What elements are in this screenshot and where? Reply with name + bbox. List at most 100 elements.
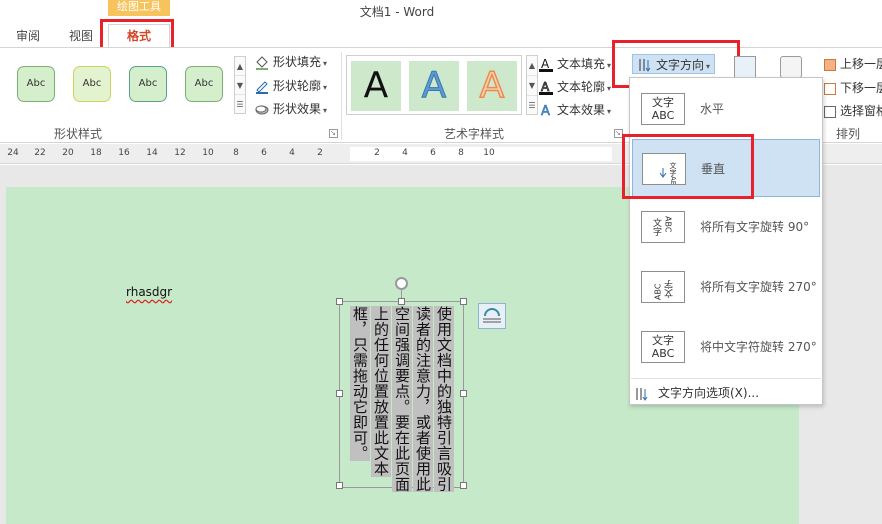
group-label-wordart-styles: 艺术字样式	[444, 127, 505, 141]
shape-outline-label: 形状轮廓	[273, 79, 322, 93]
ruler-tick: 10	[483, 148, 495, 158]
menu-item-rotate-cjk-270[interactable]: 文字 ABC 将中文字符旋转 270°	[630, 318, 822, 376]
resize-handle[interactable]	[460, 298, 467, 305]
rotate-270-icon: 文字 ABC	[641, 271, 685, 303]
dialog-launcher-icon[interactable]: ↘	[329, 129, 338, 138]
pencil-icon	[254, 78, 270, 94]
ribbon-separator	[341, 52, 342, 140]
wordart-sample[interactable]: A	[351, 61, 401, 111]
textbox-column: 空间强调要点。要在此页面	[392, 306, 412, 492]
ruler-tick: 18	[90, 148, 102, 158]
text-direction-options-icon	[634, 386, 650, 402]
textbox-column: 框，只需拖动它即可。	[350, 306, 370, 461]
wordart-gallery-scroll[interactable]: ▲ ▼ ☰	[526, 55, 538, 115]
shape-style-swatch[interactable]: Abc	[17, 66, 55, 102]
selection-pane-icon	[824, 105, 836, 118]
ruler-tick: 2	[374, 148, 380, 158]
text-outline-icon: A	[538, 79, 554, 95]
menu-item-rotate-270[interactable]: 文字 ABC 将所有文字旋转 270°	[630, 258, 822, 316]
bring-forward-button[interactable]: 上移一层	[824, 55, 882, 72]
shape-style-gallery-scroll[interactable]: ▲ ▼ ☰	[234, 56, 246, 114]
ruler-tick: 6	[261, 148, 267, 158]
text-fill-button[interactable]: A 文本填充 ▾	[538, 54, 611, 74]
tab-view[interactable]: 视图	[69, 26, 93, 46]
wordart-gallery: A A A	[346, 55, 522, 115]
layout-options-button[interactable]	[478, 303, 506, 329]
shape-effects-button[interactable]: 形状效果 ▾	[254, 99, 327, 119]
picture-icon[interactable]	[734, 56, 756, 78]
menu-item-label: 将中文字符旋转 270°	[700, 340, 817, 354]
ruler-tick: 4	[289, 148, 295, 158]
textbox-column: 上的任何位置放置此文本	[371, 306, 391, 477]
svg-text:ABC: ABC	[664, 216, 673, 233]
bring-forward-label: 上移一层	[840, 57, 882, 71]
menu-separator	[631, 378, 821, 379]
send-backward-label: 下移一层	[840, 81, 882, 95]
menu-item-label: 将所有文字旋转 90°	[700, 220, 810, 234]
tab-review[interactable]: 审阅	[16, 26, 40, 46]
resize-handle[interactable]	[398, 298, 405, 305]
send-backward-button[interactable]: 下移一层	[824, 79, 882, 96]
resize-handle[interactable]	[336, 390, 343, 397]
layout-options-icon	[483, 308, 501, 323]
ruler-tick: 8	[233, 148, 239, 158]
text-fill-icon: A	[538, 56, 554, 72]
ruler-tick: 24	[7, 148, 19, 158]
resize-handle[interactable]	[336, 482, 343, 489]
textbox-column: 读者的注意力，或者使用此	[413, 306, 433, 492]
menu-item-label: 水平	[700, 102, 725, 116]
svg-text:文字: 文字	[665, 280, 676, 299]
ruler-tick: 2	[317, 148, 323, 158]
svg-text:A: A	[541, 104, 550, 118]
text-effects-button[interactable]: A 文本效果 ▾	[538, 100, 611, 120]
ruler-tick: 10	[202, 148, 214, 158]
wordart-sample[interactable]: A	[409, 61, 459, 111]
selection-pane-button[interactable]: 选择窗格	[824, 102, 882, 119]
shape-effects-icon	[254, 101, 270, 117]
shape-style-swatch[interactable]: Abc	[185, 66, 223, 102]
shape-outline-button[interactable]: 形状轮廓 ▾	[254, 76, 327, 96]
shape-style-swatch[interactable]: Abc	[129, 66, 167, 102]
ruler-tick: 12	[174, 148, 186, 158]
position-icon[interactable]	[780, 56, 802, 78]
text-direction-options-label: 文字方向选项(X)...	[658, 386, 760, 400]
textbox-column: 使用文档中的独特引言吸引	[434, 306, 454, 492]
group-label-arrange: 排列	[836, 127, 861, 141]
ruler-tick: 14	[146, 148, 158, 158]
wordart-sample[interactable]: A	[467, 61, 517, 111]
selection-pane-label: 选择窗格	[840, 104, 882, 118]
svg-text:A: A	[541, 57, 550, 71]
text-outline-button[interactable]: A 文本轮廓 ▾	[538, 77, 611, 97]
text-fill-label: 文本填充	[557, 57, 606, 71]
resize-handle[interactable]	[460, 390, 467, 397]
shape-effects-label: 形状效果	[273, 102, 322, 116]
rotate-cjk-270-icon: 文字 ABC	[641, 331, 685, 363]
ruler-tick: 16	[118, 148, 130, 158]
text-direction-options-item[interactable]: 文字方向选项(X)...	[634, 382, 759, 404]
svg-text:文字: 文字	[651, 217, 662, 236]
menu-item-label: 将所有文字旋转 270°	[700, 280, 817, 294]
ruler-tick: 6	[430, 148, 436, 158]
horizontal-text-icon: 文字 ABC	[641, 93, 685, 125]
text-effects-label: 文本效果	[557, 103, 606, 117]
rotate-90-icon: 文字 ABC	[641, 211, 685, 243]
resize-handle[interactable]	[460, 482, 467, 489]
rotate-handle[interactable]	[395, 277, 408, 290]
shape-style-swatch[interactable]: Abc	[73, 66, 111, 102]
group-label-shape-styles: 形状样式	[54, 127, 103, 141]
menu-item-rotate-90[interactable]: 文字 ABC 将所有文字旋转 90°	[630, 198, 822, 256]
text-effects-icon: A	[538, 102, 554, 119]
paint-bucket-icon	[254, 54, 270, 70]
ruler-tick: 8	[458, 148, 464, 158]
body-text[interactable]: rhasdgr	[126, 285, 172, 299]
resize-handle[interactable]	[336, 298, 343, 305]
highlight-box-vertical-option	[622, 134, 754, 199]
shape-fill-button[interactable]: 形状填充 ▾	[254, 52, 327, 72]
text-direction-menu: 文字 ABC 水平 文字ABC 垂直 文字 ABC 将所有文字旋转 90° 文字 AB…	[629, 77, 823, 405]
document-title: 文档1 - Word	[359, 5, 435, 19]
menu-item-horizontal[interactable]: 文字 ABC 水平	[630, 80, 822, 138]
ruler-tick: 22	[34, 148, 46, 158]
text-outline-label: 文本轮廓	[557, 80, 606, 94]
svg-text:A: A	[541, 80, 550, 94]
ruler-tick: 20	[62, 148, 74, 158]
